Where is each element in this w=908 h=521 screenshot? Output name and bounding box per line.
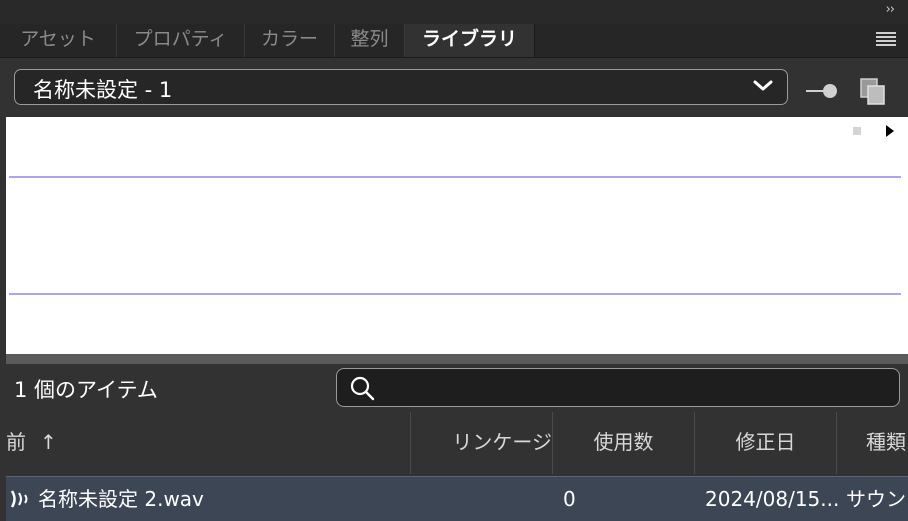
waveform-channel-right xyxy=(9,293,901,295)
stop-icon[interactable] xyxy=(853,127,861,135)
sound-icon xyxy=(10,490,28,508)
column-uses[interactable]: 使用数 xyxy=(553,412,694,474)
tab-color[interactable]: カラー xyxy=(245,24,335,57)
panel-tab-bar: アセット プロパティ カラー 整列 ライブラリ xyxy=(0,24,908,58)
tab-properties[interactable]: プロパティ xyxy=(117,24,245,57)
table-row[interactable]: 名称未設定 2.wav 0 2024/08/15... サウン xyxy=(6,476,908,521)
row-name: 名称未設定 2.wav xyxy=(38,487,204,511)
column-divider[interactable] xyxy=(836,412,837,474)
new-library-icon[interactable] xyxy=(858,76,888,106)
play-icon[interactable] xyxy=(886,125,894,137)
table-header: 前 ↑ リンケージ 使用数 修正日 種類 xyxy=(0,412,908,474)
collapse-panel-icon[interactable]: ›› xyxy=(886,2,895,17)
tab-align[interactable]: 整列 xyxy=(335,24,405,57)
row-linkage xyxy=(411,477,552,521)
preview-divider-scrollbar[interactable] xyxy=(6,354,908,364)
audio-preview xyxy=(6,117,908,354)
column-type[interactable]: 種類 xyxy=(866,412,908,474)
row-modified: 2024/08/15... xyxy=(705,487,840,511)
waveform-channel-left xyxy=(9,176,901,178)
column-modified[interactable]: 修正日 xyxy=(695,412,836,474)
item-count: 1 個のアイテム xyxy=(14,378,158,402)
column-name[interactable]: 前 ↑ xyxy=(6,412,410,474)
sort-ascending-icon: ↑ xyxy=(40,430,57,454)
row-type: サウン xyxy=(846,487,906,511)
search-input[interactable] xyxy=(385,373,889,403)
search-icon xyxy=(350,376,375,401)
row-uses: 0 xyxy=(563,487,576,511)
panel-top-strip xyxy=(0,0,908,25)
panel-menu-icon[interactable] xyxy=(876,32,896,46)
chevron-down-icon xyxy=(753,80,773,91)
column-name-label: 前 xyxy=(6,430,26,454)
search-box[interactable] xyxy=(336,368,900,407)
library-dropdown-value: 名称未設定 - 1 xyxy=(33,78,173,102)
library-dropdown[interactable]: 名称未設定 - 1 xyxy=(14,69,788,105)
tab-assets[interactable]: アセット xyxy=(0,24,117,57)
tab-library[interactable]: ライブラリ xyxy=(405,24,535,57)
column-linkage[interactable]: リンケージ xyxy=(411,412,552,474)
link-toggle-icon[interactable] xyxy=(804,82,838,100)
